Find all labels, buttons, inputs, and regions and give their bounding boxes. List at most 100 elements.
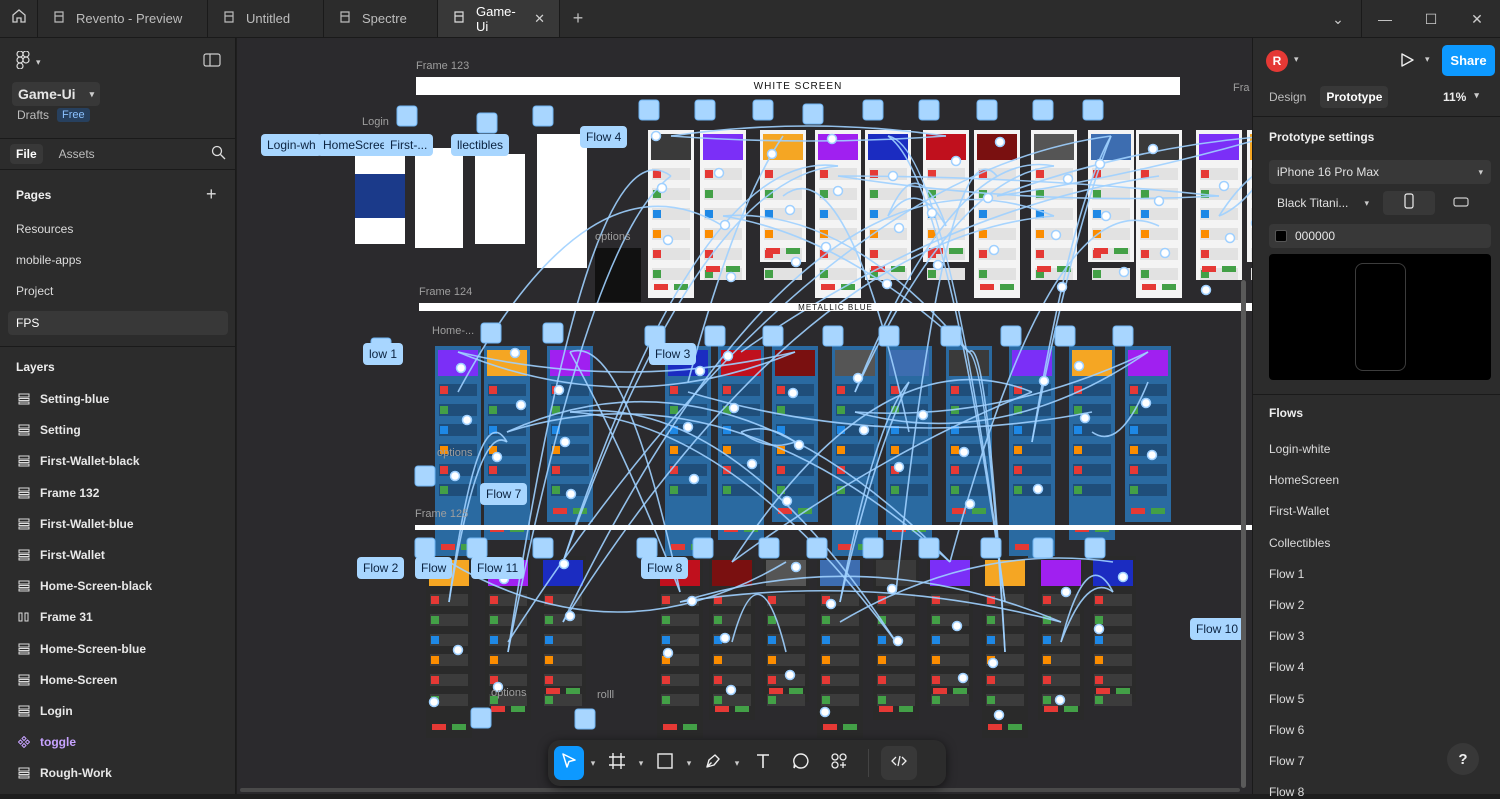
list-icon[interactable] (987, 676, 995, 684)
list-icon[interactable] (1095, 676, 1103, 684)
layer-item[interactable]: Login (18, 704, 73, 718)
list-icon[interactable] (705, 190, 713, 198)
list-icon[interactable] (777, 466, 785, 474)
button-green[interactable] (949, 248, 963, 254)
flow-start-marker[interactable] (470, 707, 492, 729)
list-icon[interactable] (928, 270, 936, 278)
list-icon[interactable] (670, 386, 678, 394)
flow-start-marker[interactable] (918, 537, 940, 559)
portrait-button[interactable] (1383, 191, 1435, 215)
list-icon[interactable] (1043, 636, 1051, 644)
list-icon[interactable] (768, 636, 776, 644)
connection-node[interactable] (713, 167, 725, 179)
connection-node[interactable] (565, 488, 577, 500)
list-icon[interactable] (870, 250, 878, 258)
options-panel[interactable] (595, 248, 641, 302)
button-green[interactable] (972, 508, 986, 514)
flow-item[interactable]: Flow 6 (1269, 723, 1304, 737)
list-icon[interactable] (490, 596, 498, 604)
connection-node[interactable] (832, 185, 844, 197)
list-icon[interactable] (1074, 486, 1082, 494)
flow-start-marker[interactable] (862, 537, 884, 559)
flow-start-marker[interactable] (1054, 325, 1076, 347)
list-icon[interactable] (489, 466, 497, 474)
layer-item[interactable]: Home-Screen (18, 673, 117, 687)
button-green[interactable] (452, 724, 466, 730)
flow-item[interactable]: Collectibles (1269, 536, 1330, 550)
chevron-down-icon[interactable]: ▾ (1425, 54, 1430, 65)
button-red[interactable] (1015, 544, 1029, 550)
list-icon[interactable] (662, 676, 670, 684)
connection-node[interactable] (917, 409, 929, 421)
connection-node[interactable] (559, 436, 571, 448)
screen-header[interactable] (926, 134, 966, 160)
connection-node[interactable] (553, 384, 565, 396)
list-icon[interactable] (1201, 250, 1209, 258)
screen-header[interactable] (1128, 350, 1168, 376)
list-icon[interactable] (714, 616, 722, 624)
connection-node[interactable] (858, 424, 870, 436)
button-red[interactable] (879, 706, 893, 712)
list-icon[interactable] (431, 596, 439, 604)
list-icon[interactable] (891, 486, 899, 494)
close-window-icon[interactable]: ✕ (1454, 0, 1500, 38)
connection-node[interactable] (1146, 449, 1158, 461)
button-red[interactable] (988, 724, 1002, 730)
flow-start-marker[interactable] (694, 99, 716, 121)
list-icon[interactable] (878, 656, 886, 664)
search-icon[interactable] (211, 145, 226, 163)
tab-design[interactable]: Design (1263, 86, 1312, 108)
list-icon[interactable] (951, 386, 959, 394)
connection-node[interactable] (564, 610, 576, 622)
flow-start-marker[interactable] (806, 537, 828, 559)
page-item-mobile-apps[interactable]: mobile-apps (8, 248, 228, 272)
flow-start-marker[interactable] (752, 99, 774, 121)
list-icon[interactable] (822, 696, 830, 704)
list-icon[interactable] (1095, 616, 1103, 624)
button-green[interactable] (1222, 266, 1236, 272)
frame-tool[interactable] (602, 746, 632, 780)
button-red[interactable] (821, 284, 835, 290)
list-icon[interactable] (662, 636, 670, 644)
list-icon[interactable] (440, 386, 448, 394)
tab-game-ui[interactable]: Game-Ui ✕ (438, 0, 560, 37)
flow-start-marker[interactable] (532, 105, 554, 127)
button-red[interactable] (1096, 688, 1110, 694)
file-name-button[interactable]: Game-Ui ▾ (12, 82, 101, 106)
list-icon[interactable] (653, 210, 661, 218)
list-icon[interactable] (653, 250, 661, 258)
screen-header[interactable] (1041, 560, 1081, 586)
list-icon[interactable] (822, 636, 830, 644)
list-icon[interactable] (932, 636, 940, 644)
connection-node[interactable] (719, 632, 731, 644)
color-hex[interactable]: 000000 (1295, 229, 1335, 243)
connection-node[interactable] (428, 696, 440, 708)
frame-label[interactable]: Fra (1233, 82, 1250, 94)
button-red[interactable] (823, 724, 837, 730)
frame-label[interactable]: Login (362, 116, 389, 128)
flow-start-tag[interactable]: First-... (384, 134, 434, 156)
list-icon[interactable] (1043, 676, 1051, 684)
new-tab-button[interactable]: + (560, 0, 596, 37)
connection-node[interactable] (988, 244, 1000, 256)
flow-start-marker[interactable] (1084, 537, 1106, 559)
flow-start-tag[interactable]: llectibles (451, 134, 510, 156)
list-icon[interactable] (705, 230, 713, 238)
flow-start-marker[interactable] (758, 537, 780, 559)
home-screen[interactable] (415, 148, 463, 248)
list-icon[interactable] (714, 676, 722, 684)
button-green[interactable] (899, 706, 913, 712)
button-red[interactable] (553, 508, 567, 514)
button-red[interactable] (715, 706, 729, 712)
connection-node[interactable] (719, 219, 731, 231)
connection-node[interactable] (1050, 229, 1062, 241)
button-red[interactable] (546, 688, 560, 694)
connection-node[interactable] (509, 347, 521, 359)
connection-node[interactable] (787, 387, 799, 399)
flow-start-marker[interactable] (940, 325, 962, 347)
list-icon[interactable] (951, 446, 959, 454)
list-icon[interactable] (1130, 446, 1138, 454)
tab-prototype[interactable]: Prototype (1320, 86, 1389, 108)
connection-node[interactable] (746, 458, 758, 470)
list-icon[interactable] (714, 696, 722, 704)
